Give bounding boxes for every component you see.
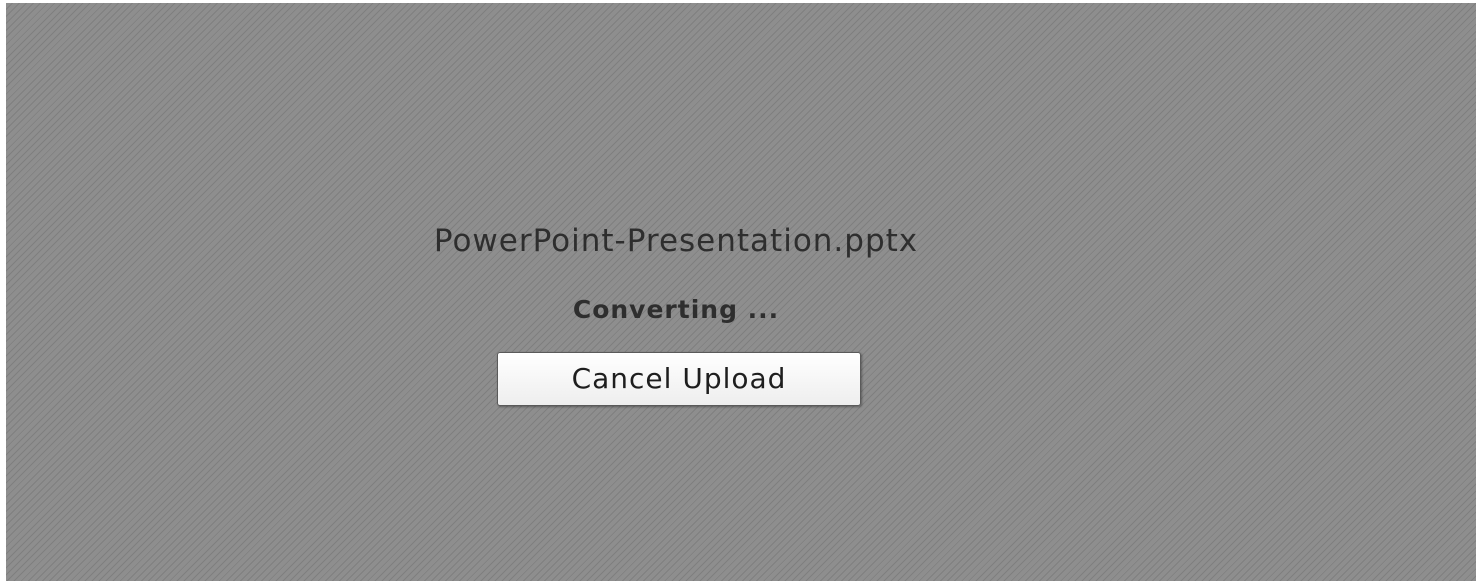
- conversion-status-text: Converting ...: [572, 295, 780, 324]
- cancel-upload-button[interactable]: Cancel Upload: [497, 352, 861, 406]
- upload-overlay: PowerPoint-Presentation.pptx Converting …: [6, 3, 1476, 581]
- upload-status-panel: PowerPoint-Presentation.pptx Converting …: [306, 221, 1046, 421]
- file-name-label: PowerPoint-Presentation.pptx: [433, 223, 919, 259]
